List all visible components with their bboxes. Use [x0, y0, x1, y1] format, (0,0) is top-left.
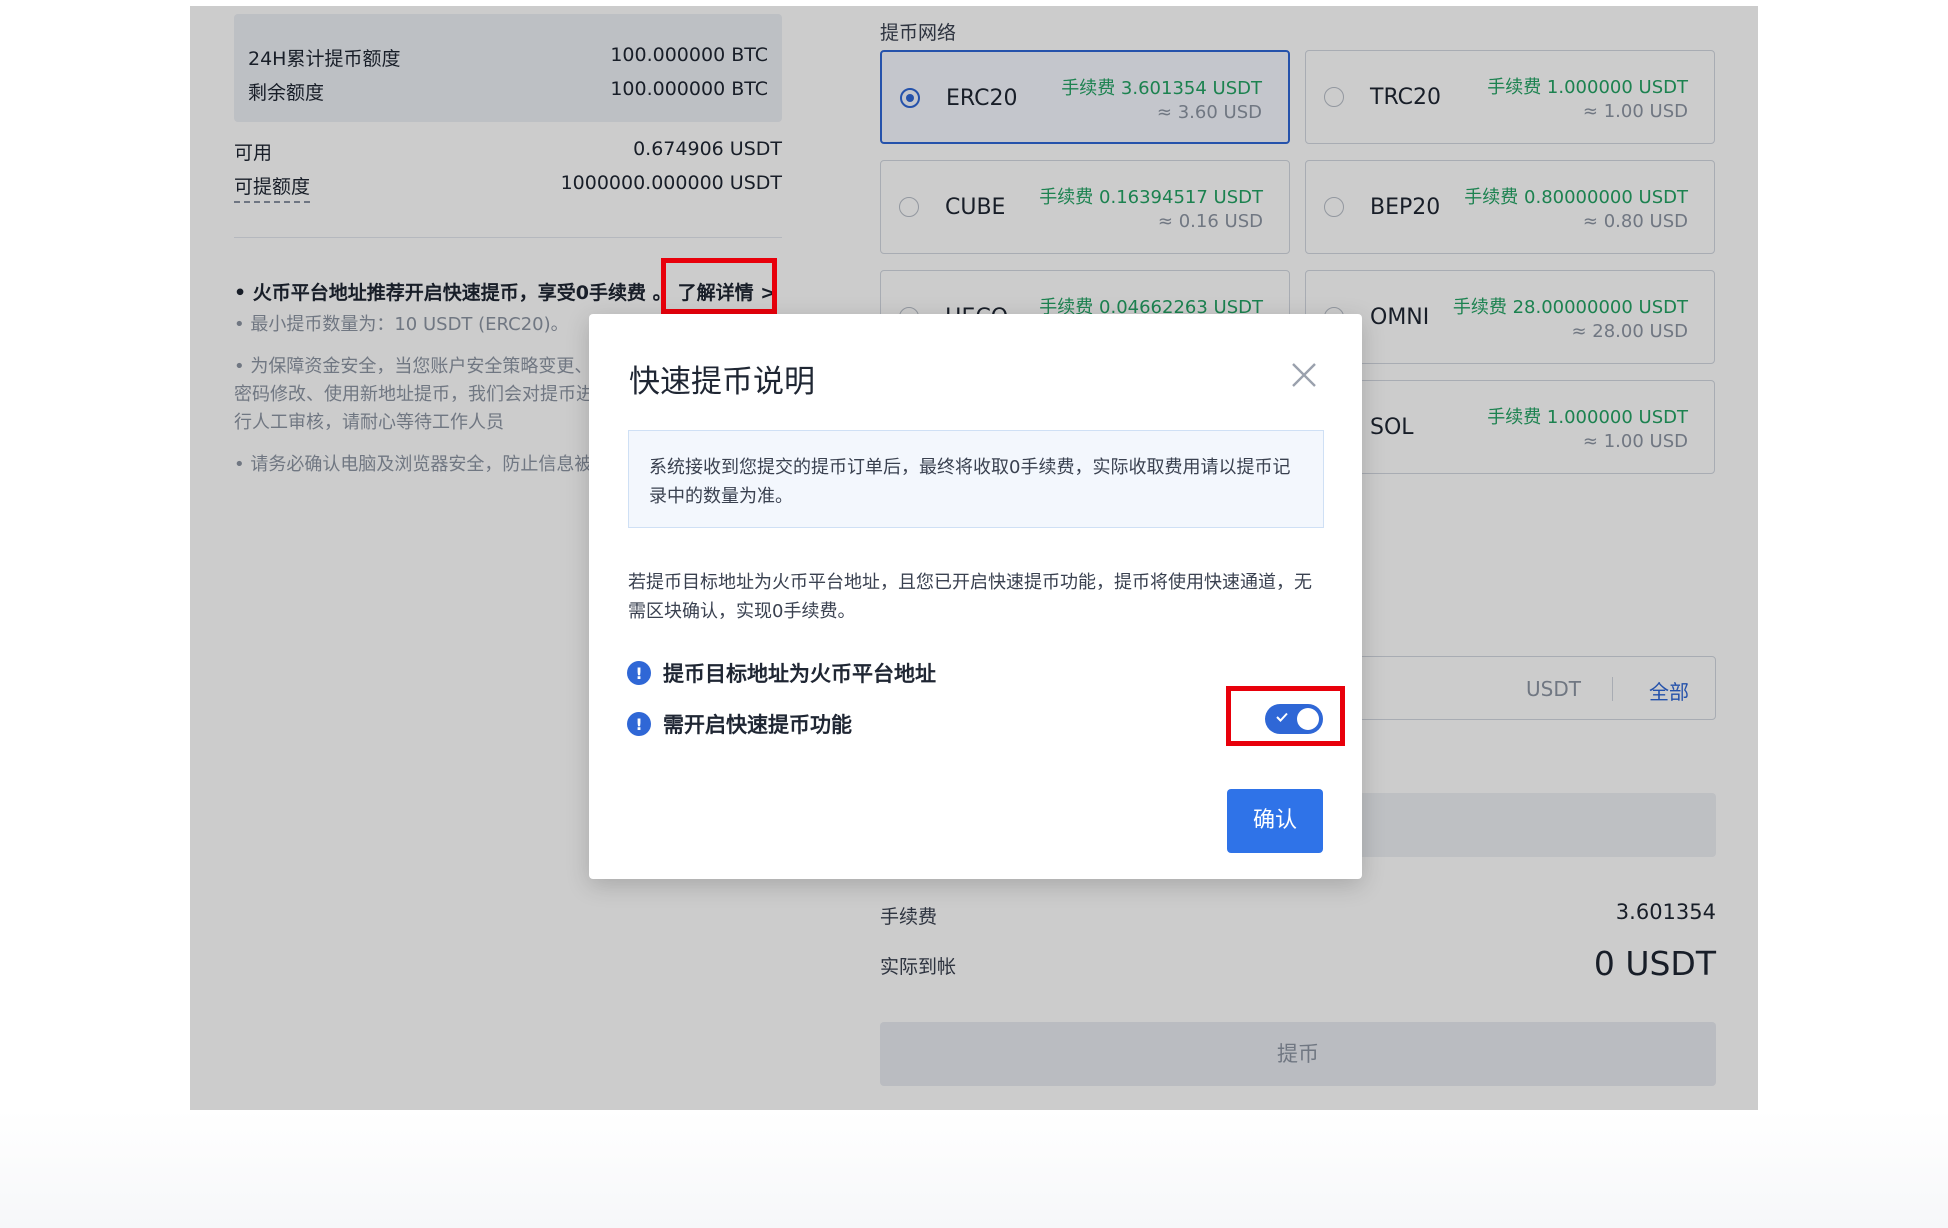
condition-fast-withdraw: ! 需开启快速提币功能 [627, 709, 852, 739]
modal-title: 快速提币说明 [629, 364, 815, 400]
exclamation-icon: ! [627, 712, 651, 736]
bottom-fade [0, 1110, 1948, 1228]
notice-box: 系统接收到您提交的提币订单后，最终将收取0手续费，实际收取费用请以提币记录中的数… [628, 430, 1324, 528]
close-icon[interactable] [1289, 360, 1319, 390]
highlight-toggle [1226, 686, 1345, 746]
highlight-learn-more [661, 258, 777, 314]
condition-fast-withdraw-label: 需开启快速提币功能 [663, 713, 852, 737]
confirm-button[interactable]: 确认 [1227, 789, 1323, 853]
condition-address: ! 提币目标地址为火币平台地址 [627, 658, 936, 688]
condition-address-label: 提币目标地址为火币平台地址 [663, 662, 936, 686]
exclamation-icon: ! [627, 661, 651, 685]
fast-withdraw-modal: 快速提币说明 系统接收到您提交的提币订单后，最终将收取0手续费，实际收取费用请以… [589, 314, 1362, 879]
modal-description: 若提币目标地址为火币平台地址，且您已开启快速提币功能，提币将使用快速通道，无需区… [628, 572, 1312, 622]
